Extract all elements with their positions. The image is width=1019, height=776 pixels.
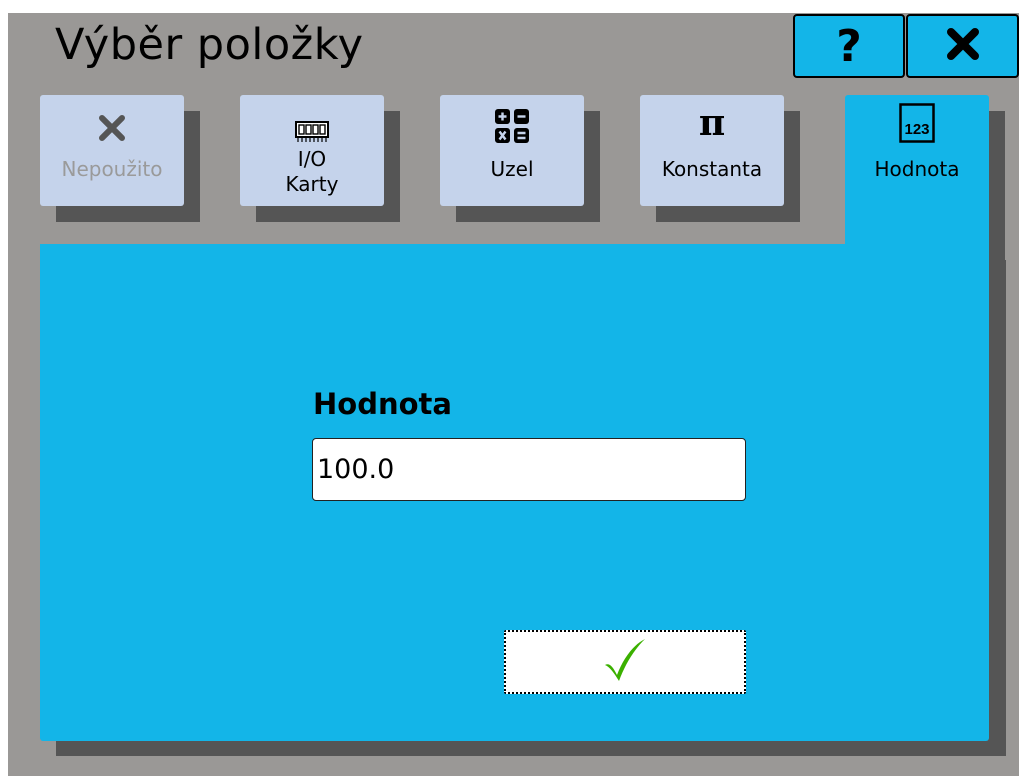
- help-button[interactable]: ?: [793, 14, 905, 78]
- tab-label: Nepoužito: [61, 157, 163, 181]
- memory-card-icon: [295, 99, 329, 143]
- confirm-button[interactable]: [504, 630, 746, 694]
- tab-io-cards[interactable]: I/O Karty: [240, 95, 384, 206]
- close-icon: [946, 21, 980, 72]
- calculator-icon: [495, 99, 529, 143]
- x-icon: [97, 99, 127, 143]
- tab-unused[interactable]: Nepoužito: [40, 95, 184, 206]
- numeric-123-icon: 123: [899, 99, 935, 143]
- close-button[interactable]: [906, 14, 1019, 78]
- tab-label: Uzel: [490, 157, 534, 181]
- value-input[interactable]: [312, 438, 746, 501]
- tab-node[interactable]: Uzel: [440, 95, 584, 206]
- question-mark-icon: ?: [836, 20, 862, 72]
- window-title: Výběr položky: [55, 20, 364, 70]
- tab-label: Konstanta: [661, 157, 763, 181]
- value-field-label: Hodnota: [313, 387, 452, 421]
- tab-label: I/O Karty: [285, 147, 339, 196]
- tab-value[interactable]: 123 Hodnota: [845, 95, 989, 255]
- tab-constant[interactable]: π Konstanta: [640, 95, 784, 206]
- checkmark-icon: [603, 637, 647, 687]
- tab-shadow: [989, 111, 1005, 260]
- pi-icon: π: [698, 102, 726, 144]
- tab-label: Hodnota: [874, 157, 960, 181]
- svg-text:123: 123: [904, 121, 929, 138]
